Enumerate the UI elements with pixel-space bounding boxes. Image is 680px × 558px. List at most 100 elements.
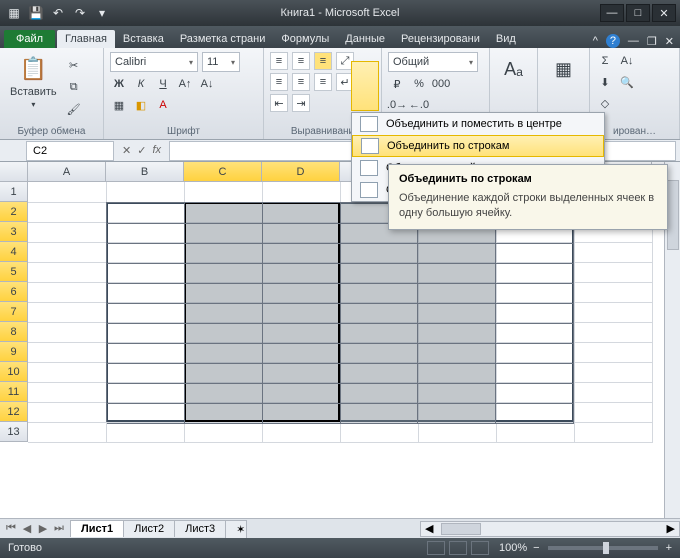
minimize-ribbon-icon[interactable]: ^ bbox=[593, 35, 598, 47]
sheet-nav-next-icon[interactable]: ▶ bbox=[36, 522, 50, 535]
comma-icon[interactable]: 000 bbox=[432, 75, 450, 93]
decrease-indent-icon[interactable]: ⇤ bbox=[270, 94, 288, 112]
row-header[interactable]: 13 bbox=[0, 422, 28, 442]
col-header[interactable]: B bbox=[106, 162, 184, 181]
row-header[interactable]: 11 bbox=[0, 382, 28, 402]
tooltip-body: Объединение каждой строки выделенных яче… bbox=[399, 191, 657, 221]
zoom-slider[interactable] bbox=[548, 546, 658, 550]
font-color-icon[interactable]: A bbox=[154, 96, 172, 114]
row-header[interactable]: 5 bbox=[0, 262, 28, 282]
align-right-icon[interactable]: ≡ bbox=[314, 73, 332, 91]
increase-font-icon[interactable]: A↑ bbox=[176, 75, 194, 93]
row-header[interactable]: 9 bbox=[0, 342, 28, 362]
styles-icon: Aₐ bbox=[498, 54, 530, 84]
number-format-select[interactable]: Общий▾ bbox=[388, 52, 478, 72]
font-size-select[interactable]: 11▾ bbox=[202, 52, 240, 72]
italic-icon[interactable]: К bbox=[132, 75, 150, 93]
zoom-in-icon[interactable]: + bbox=[666, 542, 672, 554]
tab-data[interactable]: Данные bbox=[337, 30, 393, 48]
col-header[interactable]: C bbox=[184, 162, 262, 181]
redo-icon[interactable]: ↷ bbox=[72, 5, 88, 21]
currency-icon[interactable]: ₽ bbox=[388, 75, 406, 93]
align-top-icon[interactable]: ≡ bbox=[270, 52, 288, 70]
copy-icon[interactable]: ⧉ bbox=[65, 78, 83, 96]
sheet-nav-prev-icon[interactable]: ◀ bbox=[20, 522, 34, 535]
cancel-formula-icon[interactable]: ✕ bbox=[122, 144, 131, 157]
tab-file[interactable]: Файл bbox=[4, 30, 55, 48]
window-buttons: — □ ✕ bbox=[600, 4, 676, 22]
zoom-level[interactable]: 100% bbox=[499, 542, 527, 554]
tab-view[interactable]: Вид bbox=[488, 30, 524, 48]
new-sheet-button[interactable]: ✶ bbox=[225, 520, 247, 538]
view-pagebreak-icon[interactable] bbox=[471, 541, 489, 555]
col-header[interactable]: A bbox=[28, 162, 106, 181]
view-layout-icon[interactable] bbox=[449, 541, 467, 555]
fill-icon[interactable]: ⬇ bbox=[596, 73, 614, 91]
zoom-out-icon[interactable]: − bbox=[533, 542, 539, 554]
col-header[interactable]: D bbox=[262, 162, 340, 181]
percent-icon[interactable]: % bbox=[410, 75, 428, 93]
qat-more-icon[interactable]: ▾ bbox=[94, 5, 110, 21]
minimize-button[interactable]: — bbox=[600, 4, 624, 22]
tooltip-title: Объединить по строкам bbox=[399, 173, 657, 185]
paste-button[interactable]: 📋 Вставить ▾ bbox=[6, 52, 61, 118]
styles-button[interactable]: Aₐ bbox=[496, 52, 531, 86]
autosum-icon[interactable]: Σ bbox=[596, 52, 614, 70]
sheet-nav-last-icon[interactable]: ⏭ bbox=[52, 522, 66, 535]
row-header[interactable]: 6 bbox=[0, 282, 28, 302]
select-all-corner[interactable] bbox=[0, 162, 28, 181]
undo-icon[interactable]: ↶ bbox=[50, 5, 66, 21]
font-family-select[interactable]: Calibri▾ bbox=[110, 52, 198, 72]
bold-icon[interactable]: Ж bbox=[110, 75, 128, 93]
close-button[interactable]: ✕ bbox=[652, 4, 676, 22]
find-icon[interactable]: 🔍 bbox=[618, 73, 636, 91]
name-box[interactable]: C2 bbox=[26, 141, 114, 161]
row-header[interactable]: 4 bbox=[0, 242, 28, 262]
merge-cells-button[interactable] bbox=[351, 61, 379, 111]
align-center-icon[interactable]: ≡ bbox=[292, 73, 310, 91]
sheet-tab[interactable]: Лист3 bbox=[174, 520, 226, 537]
cut-icon[interactable]: ✂ bbox=[65, 56, 83, 74]
status-ready: Готово bbox=[8, 542, 42, 554]
row-header[interactable]: 10 bbox=[0, 362, 28, 382]
clear-icon[interactable]: ◇ bbox=[596, 94, 614, 112]
borders-icon[interactable]: ▦ bbox=[110, 96, 128, 114]
tab-review[interactable]: Рецензировани bbox=[393, 30, 488, 48]
increase-indent-icon[interactable]: ⇥ bbox=[292, 94, 310, 112]
help-icon[interactable]: ? bbox=[606, 34, 620, 48]
tab-layout[interactable]: Разметка страни bbox=[172, 30, 274, 48]
save-icon[interactable]: 💾 bbox=[28, 5, 44, 21]
merge-center-item[interactable]: Объединить и поместить в центре bbox=[352, 113, 604, 135]
sheet-tab[interactable]: Лист2 bbox=[123, 520, 175, 537]
format-painter-icon[interactable]: 🖌 bbox=[65, 100, 83, 118]
sort-icon[interactable]: A↓ bbox=[618, 52, 636, 70]
row-header[interactable]: 12 bbox=[0, 402, 28, 422]
workbook-minimize-icon[interactable]: — bbox=[628, 35, 639, 47]
underline-icon[interactable]: Ч bbox=[154, 75, 172, 93]
decrease-font-icon[interactable]: A↓ bbox=[198, 75, 216, 93]
align-middle-icon[interactable]: ≡ bbox=[292, 52, 310, 70]
enter-formula-icon[interactable]: ✓ bbox=[137, 144, 146, 157]
cells-button[interactable]: ▦ bbox=[544, 52, 583, 86]
row-header[interactable]: 7 bbox=[0, 302, 28, 322]
maximize-button[interactable]: □ bbox=[626, 4, 650, 22]
tab-formulas[interactable]: Формулы bbox=[273, 30, 337, 48]
align-bottom-icon[interactable]: ≡ bbox=[314, 52, 332, 70]
sheet-nav-first-icon[interactable]: ⏮ bbox=[4, 522, 18, 535]
sheet-tab[interactable]: Лист1 bbox=[70, 520, 124, 537]
view-normal-icon[interactable] bbox=[427, 541, 445, 555]
row-header[interactable]: 1 bbox=[0, 182, 28, 202]
row-header[interactable]: 2 bbox=[0, 202, 28, 222]
align-left-icon[interactable]: ≡ bbox=[270, 73, 288, 91]
workbook-restore-icon[interactable]: ❐ bbox=[647, 35, 657, 48]
horizontal-scrollbar[interactable]: ◀▶ bbox=[420, 521, 680, 537]
fx-icon[interactable]: fx bbox=[152, 144, 161, 157]
fill-color-icon[interactable]: ◧ bbox=[132, 96, 150, 114]
tab-insert[interactable]: Вставка bbox=[115, 30, 172, 48]
excel-icon: ▦ bbox=[6, 5, 22, 21]
merge-across-item[interactable]: Объединить по строкам bbox=[352, 135, 604, 157]
tab-home[interactable]: Главная bbox=[57, 30, 115, 48]
workbook-close-icon[interactable]: ✕ bbox=[665, 35, 674, 48]
row-header[interactable]: 3 bbox=[0, 222, 28, 242]
row-header[interactable]: 8 bbox=[0, 322, 28, 342]
